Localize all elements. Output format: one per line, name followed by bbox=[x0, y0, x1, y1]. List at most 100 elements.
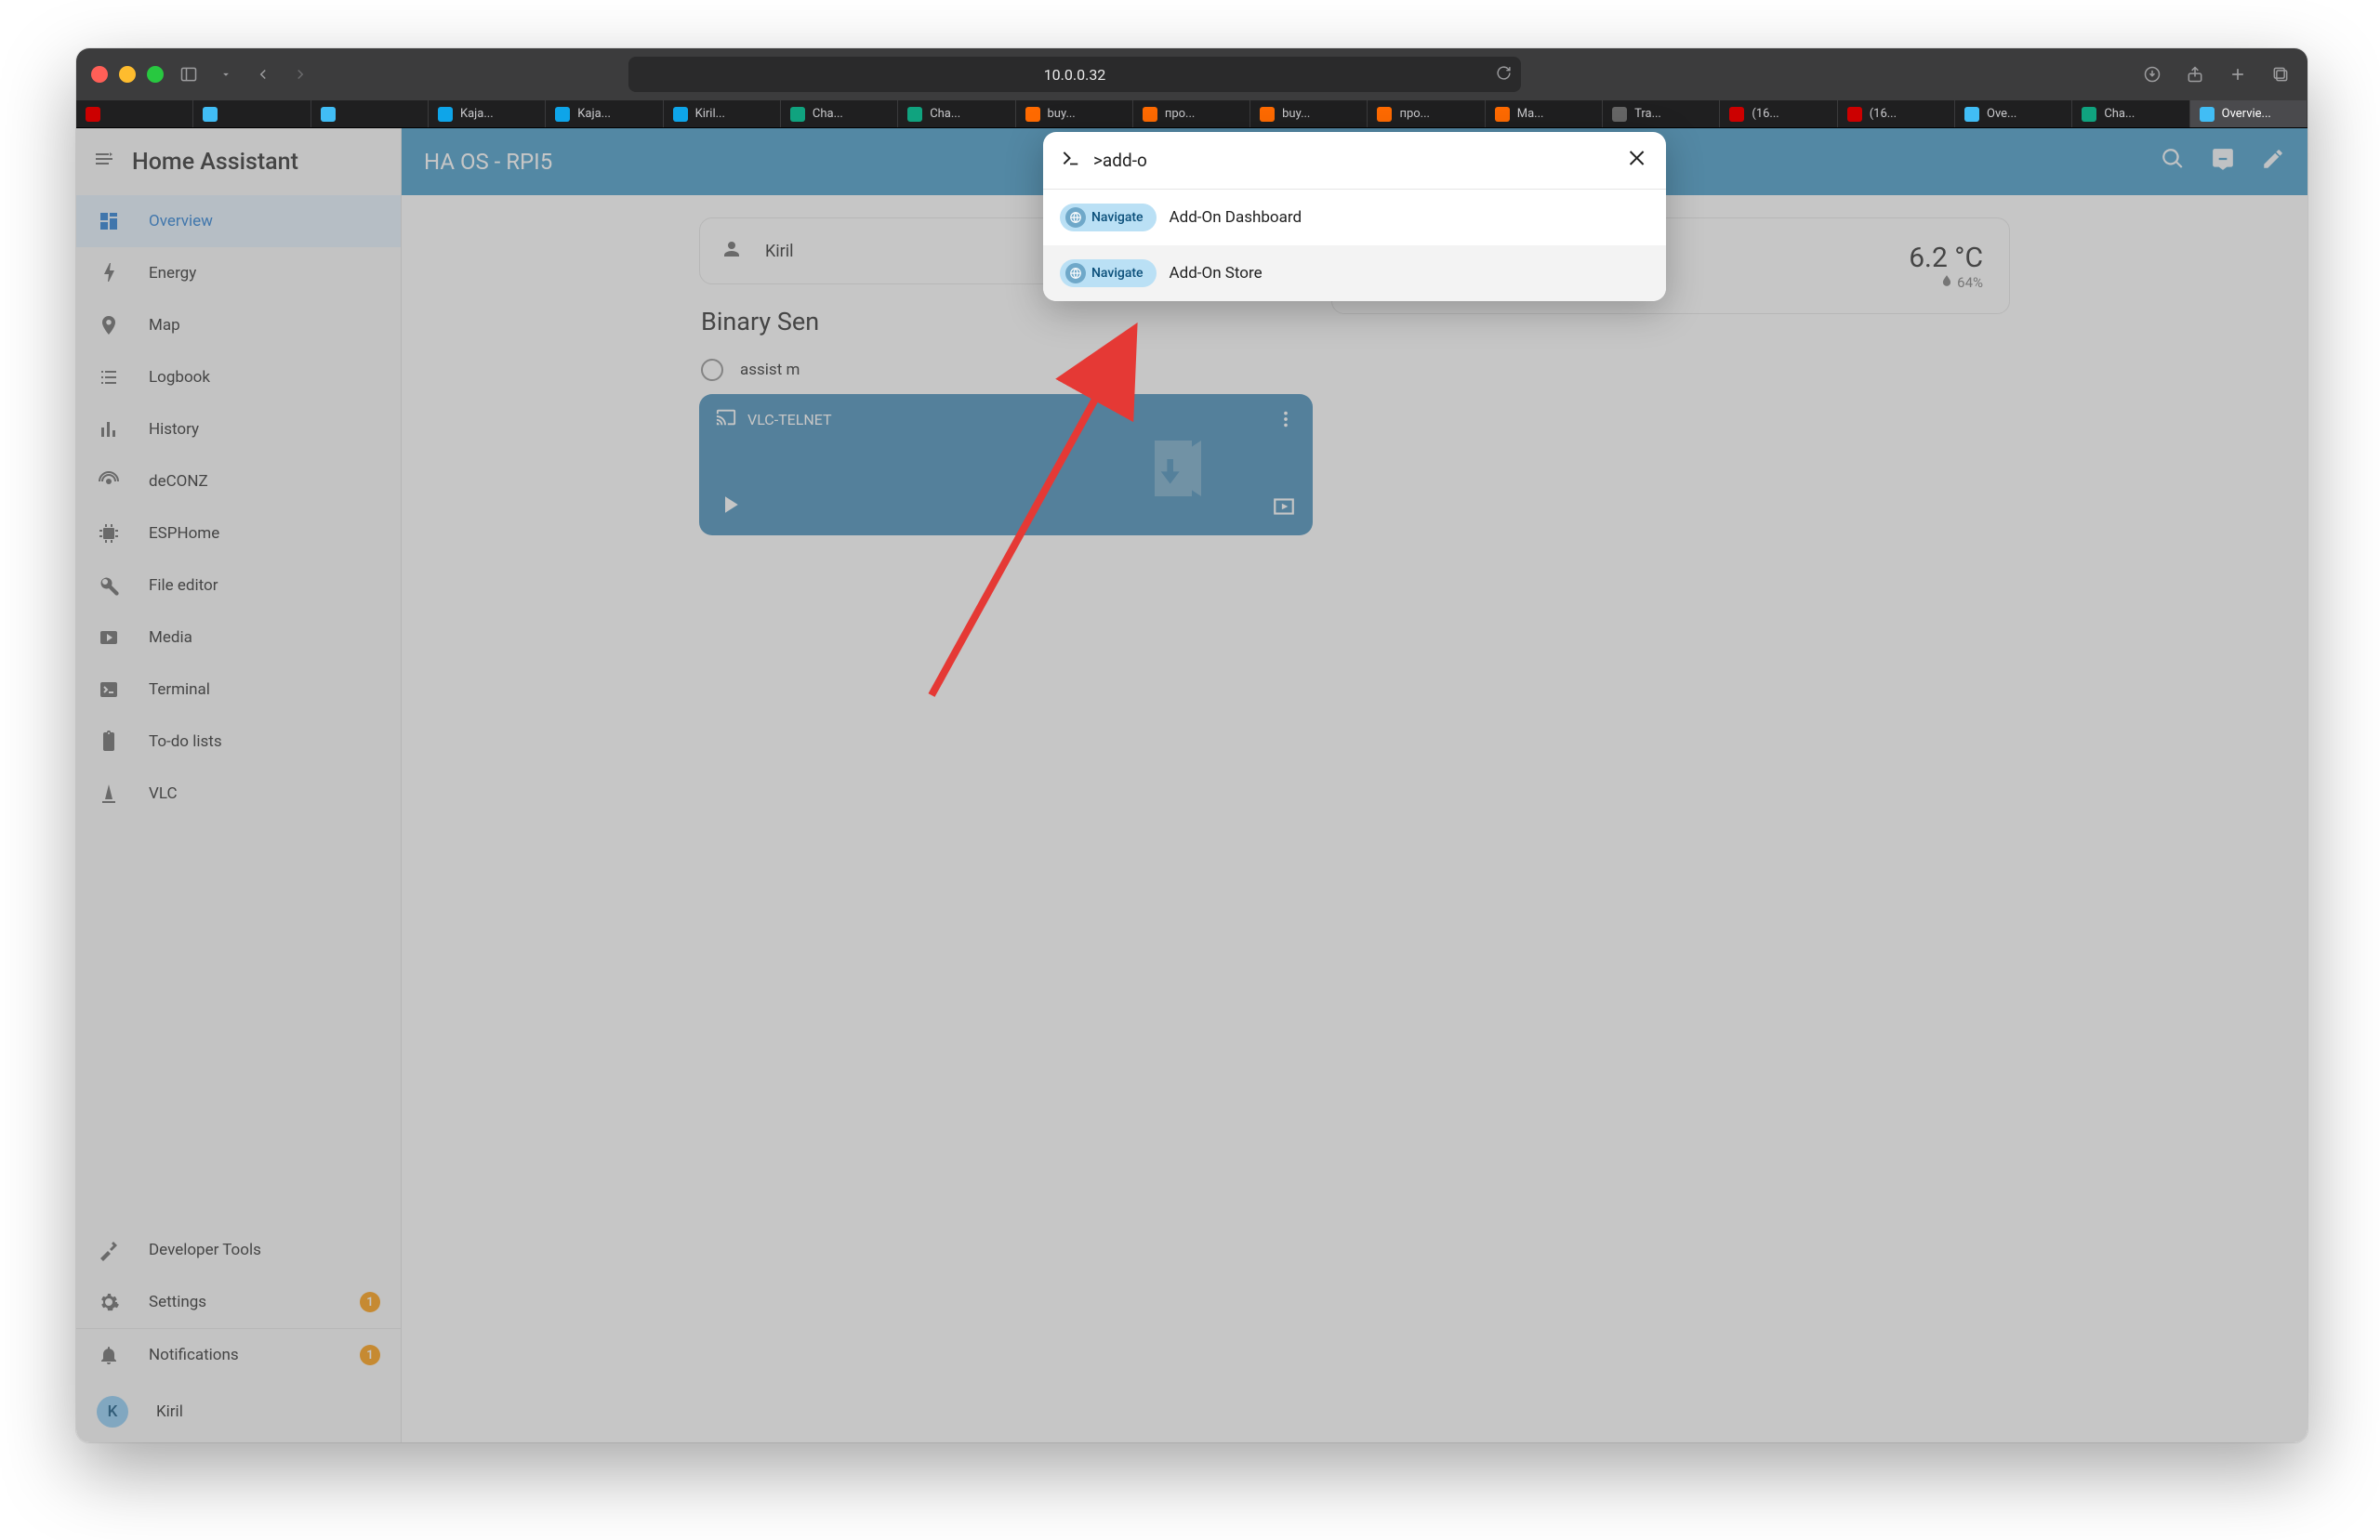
sidebar-item-label: Developer Tools bbox=[149, 1241, 261, 1259]
favicon-icon bbox=[1612, 107, 1627, 122]
browser-tab[interactable] bbox=[76, 100, 193, 127]
favicon-icon bbox=[1260, 107, 1275, 122]
sidebar-item-esphome[interactable]: ESPHome bbox=[76, 507, 401, 559]
sidebar-item-settings[interactable]: Settings1 bbox=[76, 1276, 401, 1328]
browser-tab[interactable]: Tra... bbox=[1603, 100, 1720, 127]
binary-sensor-row[interactable]: assist m bbox=[699, 346, 1313, 394]
palette-item[interactable]: NavigateAdd-On Dashboard bbox=[1043, 190, 1666, 245]
radio-off-icon bbox=[701, 359, 723, 381]
palette-item[interactable]: NavigateAdd-On Store bbox=[1043, 245, 1666, 301]
media-browse-icon[interactable] bbox=[1272, 494, 1296, 522]
weather-humidity: 64% bbox=[1957, 274, 1983, 291]
favicon-icon bbox=[673, 107, 688, 122]
favicon-icon bbox=[1964, 107, 1979, 122]
browser-tab[interactable]: Overvie... bbox=[2190, 100, 2307, 127]
browser-toolbar: 10.0.0.32 bbox=[76, 48, 2307, 100]
palette-item-label: Add-On Dashboard bbox=[1170, 208, 1302, 227]
sidebar-item-history[interactable]: History bbox=[76, 403, 401, 455]
browser-tab[interactable]: (16... bbox=[1720, 100, 1837, 127]
chip-icon bbox=[97, 522, 121, 545]
favicon-icon bbox=[2082, 107, 2096, 122]
sidebar-item-energy[interactable]: Energy bbox=[76, 247, 401, 299]
favicon-icon bbox=[1377, 107, 1392, 122]
edit-icon[interactable] bbox=[2261, 147, 2285, 177]
terminal-icon bbox=[97, 678, 121, 701]
sidebar-item-vlc[interactable]: VLC bbox=[76, 768, 401, 820]
sidebar-item-file-editor[interactable]: File editor bbox=[76, 559, 401, 612]
assist-icon[interactable] bbox=[2211, 147, 2235, 177]
person-name: Kiril bbox=[765, 242, 794, 261]
media-player-card[interactable]: VLC-TELNET bbox=[699, 394, 1313, 535]
menu-icon[interactable] bbox=[93, 148, 115, 176]
sidebar-item-map[interactable]: Map bbox=[76, 299, 401, 351]
new-tab-icon[interactable] bbox=[2226, 62, 2250, 86]
browser-tab[interactable]: buy... bbox=[1250, 100, 1368, 127]
navigate-chip: Navigate bbox=[1060, 259, 1157, 287]
play-box-icon bbox=[97, 626, 121, 649]
tab-label: Kaja... bbox=[460, 107, 494, 121]
more-menu-icon[interactable] bbox=[1276, 409, 1296, 433]
nav-back-icon[interactable] bbox=[251, 62, 275, 86]
browser-tab[interactable]: про... bbox=[1368, 100, 1485, 127]
browser-tab[interactable]: buy... bbox=[1016, 100, 1133, 127]
tab-label: Kiril... bbox=[695, 107, 725, 121]
share-icon[interactable] bbox=[2183, 62, 2207, 86]
tab-label: Ove... bbox=[1987, 107, 2016, 121]
sidebar-item-label: Media bbox=[149, 628, 192, 647]
tabs-overview-icon[interactable] bbox=[2268, 62, 2293, 86]
reload-icon[interactable] bbox=[1496, 65, 1512, 85]
sidebar-item-label: To-do lists bbox=[149, 732, 222, 751]
browser-tab[interactable]: (16... bbox=[1838, 100, 1955, 127]
sidebar-item-notifications[interactable]: Notifications 1 bbox=[76, 1329, 401, 1381]
command-palette-input[interactable] bbox=[1093, 150, 1614, 171]
address-bar-text: 10.0.0.32 bbox=[1044, 66, 1106, 84]
sidebar-item-logbook[interactable]: Logbook bbox=[76, 351, 401, 403]
sidebar-item-deconz[interactable]: deCONZ bbox=[76, 455, 401, 507]
tab-label: Cha... bbox=[930, 107, 960, 121]
browser-tab[interactable]: Ma... bbox=[1486, 100, 1603, 127]
minimize-window-icon[interactable] bbox=[119, 66, 136, 83]
close-icon[interactable] bbox=[1627, 147, 1649, 175]
browser-tab[interactable]: Kaja... bbox=[546, 100, 663, 127]
page-title: HA OS - RPI5 bbox=[424, 149, 552, 175]
browser-tab[interactable]: Ove... bbox=[1955, 100, 2072, 127]
sidebar-item-overview[interactable]: Overview bbox=[76, 195, 401, 247]
app-title: Home Assistant bbox=[132, 149, 298, 176]
browser-tab[interactable]: Cha... bbox=[781, 100, 898, 127]
tab-label: Kaja... bbox=[577, 107, 611, 121]
download-icon[interactable] bbox=[2140, 62, 2164, 86]
tab-label: buy... bbox=[1048, 107, 1076, 121]
nav-forward-icon[interactable] bbox=[288, 62, 312, 86]
sidebar-item-terminal[interactable]: Terminal bbox=[76, 664, 401, 716]
sidebar-item-label: Logbook bbox=[149, 368, 210, 387]
browser-tab[interactable]: Kaja... bbox=[429, 100, 546, 127]
window-controls[interactable] bbox=[91, 66, 164, 83]
sidebar-item-to-do-lists[interactable]: To-do lists bbox=[76, 716, 401, 768]
browser-tab[interactable] bbox=[193, 100, 311, 127]
notification-badge: 1 bbox=[360, 1345, 380, 1365]
browser-tab[interactable]: Cha... bbox=[2072, 100, 2189, 127]
sidebar-toggle-icon[interactable] bbox=[177, 62, 201, 86]
browser-tab[interactable]: про... bbox=[1133, 100, 1250, 127]
sidebar-item-developer-tools[interactable]: Developer Tools bbox=[76, 1224, 401, 1276]
favicon-icon bbox=[438, 107, 453, 122]
search-icon[interactable] bbox=[2161, 147, 2185, 177]
browser-tab[interactable]: Kiril... bbox=[664, 100, 781, 127]
sidebar-item-user[interactable]: K Kiril bbox=[76, 1381, 401, 1442]
globe-icon bbox=[1065, 263, 1086, 283]
sidebar-item-media[interactable]: Media bbox=[76, 612, 401, 664]
browser-tab[interactable] bbox=[311, 100, 429, 127]
cone-icon bbox=[97, 783, 121, 805]
browser-tab[interactable]: Cha... bbox=[898, 100, 1015, 127]
chevron-down-icon[interactable] bbox=[214, 62, 238, 86]
play-icon[interactable] bbox=[716, 491, 744, 522]
close-window-icon[interactable] bbox=[91, 66, 108, 83]
gear-icon bbox=[97, 1291, 121, 1313]
maximize-window-icon[interactable] bbox=[147, 66, 164, 83]
command-palette: NavigateAdd-On DashboardNavigateAdd-On S… bbox=[1043, 132, 1666, 301]
browser-tab-strip: Kaja... Kaja... Kiril... Cha... Cha... buy...… bbox=[76, 100, 2307, 128]
sidebar-item-label: deCONZ bbox=[149, 472, 208, 491]
address-bar[interactable]: 10.0.0.32 bbox=[628, 57, 1521, 92]
sidebar-item-label: Energy bbox=[149, 264, 196, 283]
dashboard-content: Kiril Binary Sen assist m bbox=[402, 195, 2307, 1442]
